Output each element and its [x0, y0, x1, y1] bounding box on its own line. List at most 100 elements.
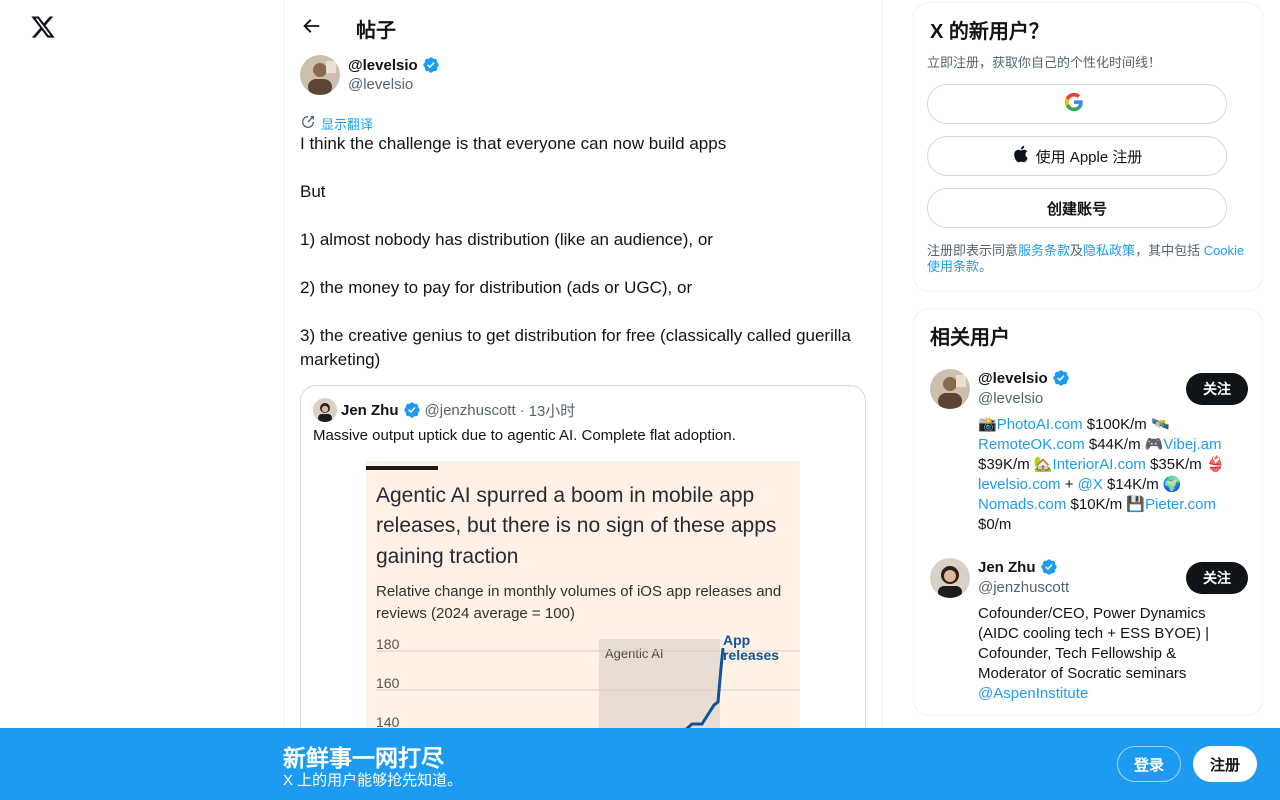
post-line: 2) the money to pay for distribution (ad…: [300, 278, 693, 297]
bio-link[interactable]: Pieter.com: [1145, 496, 1216, 513]
related-users-card: 相关用户 @levelsio @levelsio 关注 📸PhotoAI.com…: [913, 308, 1263, 716]
quote-author-name: Jen Zhu: [341, 401, 399, 419]
verified-badge-icon: [1040, 558, 1058, 576]
post-line: [300, 300, 868, 324]
verified-badge-icon: [403, 401, 421, 419]
terms-text: 及: [1070, 243, 1084, 258]
separator-dot: ·: [519, 401, 525, 419]
post-line: [300, 156, 868, 180]
show-translation-link[interactable]: 显示翻译: [300, 114, 868, 132]
author-name-text: @levelsio: [348, 56, 418, 74]
x-logo-icon[interactable]: [30, 14, 56, 40]
user-name-text: Jen Zhu: [978, 558, 1036, 576]
user-bio: 📸PhotoAI.com $100K/m 🛰️ RemoteOK.com $44…: [978, 415, 1248, 535]
series-label-line: releases: [723, 647, 779, 663]
quote-text: Massive output uptick due to agentic AI.…: [313, 427, 736, 444]
quote-header: Jen Zhu @jenzhuscott · 13小时: [313, 398, 575, 422]
related-users-title: 相关用户: [930, 327, 1010, 349]
terms-of-service-link[interactable]: 服务条款: [1018, 243, 1070, 258]
apple-signup-label: 使用 Apple 注册: [1035, 148, 1143, 166]
user-name[interactable]: Jen Zhu: [978, 558, 1058, 576]
bio-text: 📸: [978, 416, 997, 433]
user-bio: Cofounder/CEO, Power Dynamics (AIDC cool…: [978, 604, 1248, 704]
shaded-band-label: Agentic AI: [605, 646, 664, 661]
quoted-post[interactable]: Jen Zhu @jenzhuscott · 13小时 Massive outp…: [300, 385, 866, 745]
bio-link[interactable]: InteriorAI.com: [1053, 456, 1146, 473]
signup-title: X 的新用户？: [930, 21, 1049, 43]
post: @levelsio @levelsio 显示翻译 I think the cha…: [300, 55, 868, 372]
post-line: 1) almost nobody has distribution (like …: [300, 230, 713, 249]
bio-link[interactable]: Nomads.com: [978, 496, 1066, 513]
bio-text: Cofounder/CEO, Power Dynamics (AIDC cool…: [978, 605, 1210, 682]
main-header: 帖子: [284, 0, 882, 53]
signup-subtitle: 立即注册，获取你自己的个性化时间线！: [927, 55, 1162, 70]
bio-text: $100K/m 🛰️: [1082, 416, 1170, 433]
follow-button[interactable]: 关注: [1186, 373, 1248, 405]
author-handle[interactable]: @levelsio: [348, 76, 413, 93]
author-name[interactable]: @levelsio: [348, 56, 440, 74]
page-title: 帖子: [356, 20, 396, 42]
left-rail: [0, 0, 284, 800]
signup-button[interactable]: 注册: [1193, 746, 1257, 782]
bio-text: +: [1060, 476, 1078, 493]
bio-text: $35K/m 👙: [1145, 456, 1225, 473]
privacy-policy-link[interactable]: 隐私政策: [1083, 243, 1135, 258]
bio-link[interactable]: @AspenInstitute: [978, 685, 1088, 702]
apple-signup-button[interactable]: 使用 Apple 注册: [927, 136, 1227, 176]
y-tick-160: 160: [376, 675, 400, 691]
bio-link[interactable]: levelsio.com: [978, 476, 1061, 493]
banner-title: 新鲜事一网打尽: [283, 745, 444, 771]
post-line: But: [300, 182, 326, 201]
chart-subtitle-line: Relative change in monthly volumes of iO…: [376, 583, 781, 600]
user-handle: @levelsio: [978, 390, 1044, 407]
verified-badge-icon: [422, 56, 440, 74]
chart-title-line: releases, but there is no sign of these …: [376, 514, 776, 537]
banner-subtitle: X 上的用户能够抢先知道。: [283, 772, 463, 789]
bio-text: $39K/m 🏡: [978, 456, 1053, 473]
translate-label: 显示翻译: [321, 116, 374, 132]
verified-badge-icon: [1052, 369, 1070, 387]
user-name[interactable]: @levelsio: [978, 369, 1070, 387]
avatar[interactable]: [930, 558, 970, 598]
login-button[interactable]: 登录: [1117, 746, 1181, 782]
main-column: 帖子 @levelsio @levelsio 显示翻译 I think the …: [283, 0, 883, 800]
chart-title-line: gaining traction: [376, 545, 518, 568]
signup-terms: 注册即表示同意服务条款及隐私政策，其中包括 Cookie 使用条款。: [927, 243, 1252, 275]
terms-text: 注册即表示同意: [927, 243, 1019, 258]
y-tick-180: 180: [376, 636, 400, 652]
bio-text: $44K/m 🎮: [1084, 436, 1164, 453]
avatar[interactable]: [930, 369, 970, 409]
bio-link[interactable]: PhotoAI.com: [997, 416, 1083, 433]
user-handle: @jenzhuscott: [978, 579, 1070, 596]
signup-card: X 的新用户？ 立即注册，获取你自己的个性化时间线！ 使用 Apple 注册 创…: [913, 2, 1263, 292]
create-account-button[interactable]: 创建账号: [927, 188, 1227, 228]
terms-text: 。: [979, 259, 993, 274]
bio-text: $10K/m 💾: [1066, 496, 1146, 513]
google-icon: [1064, 92, 1084, 116]
bio-link[interactable]: @X: [1078, 476, 1103, 493]
terms-text: ，其中包括: [1135, 243, 1204, 258]
post-author: @levelsio @levelsio: [300, 55, 868, 97]
quote-timestamp: 13小时: [528, 402, 576, 420]
series-label-line: App: [723, 632, 750, 648]
post-text: I think the challenge is that everyone c…: [300, 132, 868, 372]
avatar[interactable]: [300, 55, 340, 95]
bio-text: $0/m: [978, 516, 1012, 533]
quote-chart-image[interactable]: Agentic AI spurred a boom in mobile app …: [366, 461, 800, 744]
translate-icon: [300, 114, 316, 133]
back-arrow-icon[interactable]: [300, 15, 322, 37]
post-line: [300, 252, 868, 276]
chart-title-line: Agentic AI spurred a boom in mobile app: [376, 484, 754, 507]
google-signup-button[interactable]: [927, 84, 1227, 124]
quote-author-handle: @jenzhuscott: [424, 401, 516, 419]
quote-avatar: [313, 398, 337, 422]
apple-icon: [1012, 144, 1030, 168]
post-line: [300, 204, 868, 228]
user-name-text: @levelsio: [978, 369, 1048, 387]
page: 帖子 @levelsio @levelsio 显示翻译 I think the …: [0, 0, 1280, 800]
signup-banner: 新鲜事一网打尽 X 上的用户能够抢先知道。 登录 注册: [0, 728, 1280, 800]
follow-button[interactable]: 关注: [1186, 562, 1248, 594]
post-line: 3) the creative genius to get distributi…: [300, 326, 851, 369]
bio-link[interactable]: Vibej.am: [1163, 436, 1221, 453]
bio-link[interactable]: RemoteOK.com: [978, 436, 1085, 453]
